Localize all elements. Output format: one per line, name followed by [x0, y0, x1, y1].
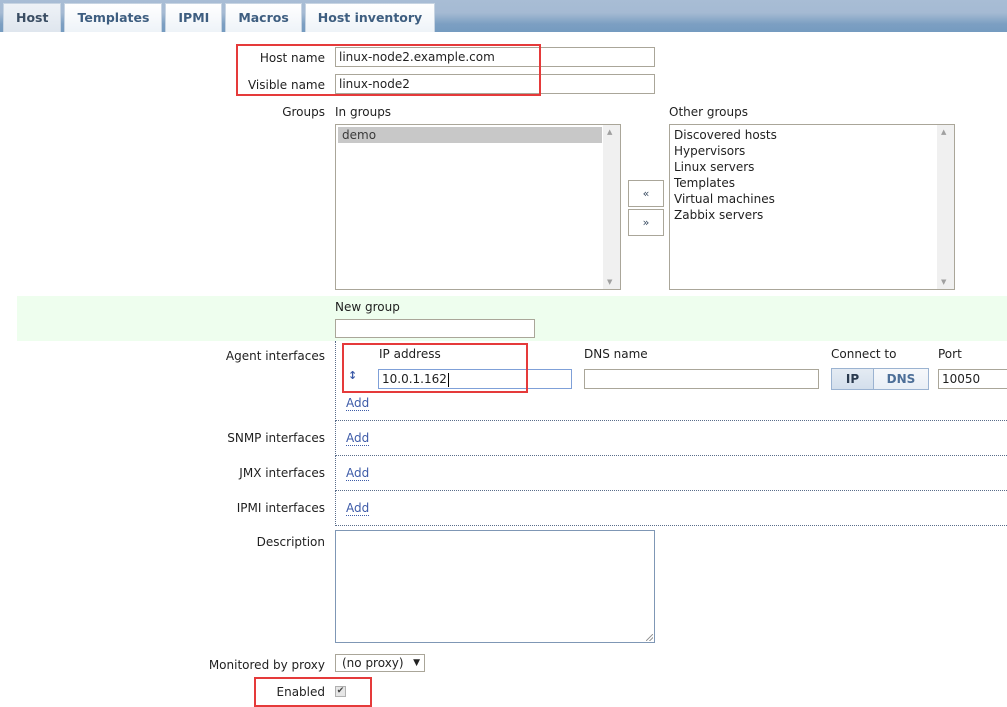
in-groups-caption: In groups [335, 105, 392, 119]
tab-templates[interactable]: Templates [64, 3, 163, 32]
tab-macros[interactable]: Macros [225, 3, 302, 32]
other-groups-option[interactable]: Virtual machines [670, 191, 954, 207]
connect-ip-button[interactable]: IP [832, 369, 874, 389]
other-groups-scrollbar[interactable]: ▲ ▼ [937, 125, 954, 289]
add-jmx-interface-link[interactable]: Add [346, 467, 370, 481]
dns-name-column-header: DNS name [584, 347, 648, 361]
jmx-interfaces-label: JMX interfaces [239, 466, 325, 480]
other-groups-option[interactable]: Hypervisors [670, 143, 954, 159]
ip-address-column-header: IP address [379, 347, 441, 361]
add-ipmi-interface-link[interactable]: Add [346, 502, 370, 516]
in-groups-scrollbar[interactable]: ▲ ▼ [603, 125, 620, 289]
new-group-input[interactable] [335, 319, 535, 338]
resize-grip-icon[interactable] [646, 634, 653, 641]
proxy-select[interactable]: (no proxy) ▼ [335, 654, 425, 672]
tab-ipmi[interactable]: IPMI [165, 3, 223, 32]
in-groups-listbox[interactable]: demo ▲ ▼ [335, 124, 621, 290]
dns-name-input[interactable] [584, 369, 819, 389]
visible-name-input[interactable] [335, 74, 655, 94]
ipmi-interfaces-block [335, 491, 1007, 526]
connect-to-column-header: Connect to [831, 347, 897, 361]
description-label: Description [256, 535, 325, 549]
move-to-in-groups-button[interactable]: « [628, 180, 664, 207]
connect-to-toggle: IP DNS [831, 368, 929, 390]
scroll-up-icon[interactable]: ▲ [941, 128, 946, 136]
snmp-interfaces-label: SNMP interfaces [227, 431, 325, 445]
ip-address-input[interactable]: 10.0.1.162 [378, 369, 572, 389]
jmx-interfaces-block [335, 456, 1007, 491]
groups-label: Groups [282, 105, 325, 119]
connect-dns-button[interactable]: DNS [874, 369, 928, 389]
text-caret [447, 372, 449, 387]
ipmi-interfaces-label: IPMI interfaces [236, 501, 325, 515]
host-name-input[interactable] [335, 47, 655, 67]
other-groups-option[interactable]: Linux servers [670, 159, 954, 175]
snmp-interfaces-block [335, 421, 1007, 456]
new-group-label: New group [335, 300, 400, 314]
enabled-checkbox[interactable]: ✔ [335, 686, 346, 697]
proxy-label: Monitored by proxy [208, 658, 325, 672]
in-groups-option[interactable]: demo [338, 127, 602, 143]
tab-bar: Host Templates IPMI Macros Host inventor… [0, 0, 1007, 32]
other-groups-option[interactable]: Discovered hosts [670, 127, 954, 143]
port-input[interactable] [938, 369, 1007, 389]
move-to-other-groups-button[interactable]: » [628, 209, 664, 236]
description-textarea[interactable] [335, 530, 655, 643]
other-groups-option[interactable]: Zabbix servers [670, 207, 954, 223]
host-name-label: Host name [259, 51, 325, 65]
drag-handle-icon[interactable]: ↕ [348, 369, 357, 382]
tab-host-inventory[interactable]: Host inventory [304, 3, 436, 32]
port-column-header: Port [938, 347, 962, 361]
agent-interfaces-label: Agent interfaces [225, 349, 325, 363]
tab-host[interactable]: Host [3, 3, 62, 32]
scroll-down-icon[interactable]: ▼ [941, 278, 946, 286]
scroll-up-icon[interactable]: ▲ [607, 128, 612, 136]
dropdown-arrow-icon: ▼ [413, 658, 420, 668]
other-groups-listbox[interactable]: Discovered hosts Hypervisors Linux serve… [669, 124, 955, 290]
other-groups-caption: Other groups [669, 105, 748, 119]
enabled-label: Enabled [276, 685, 326, 699]
other-groups-option[interactable]: Templates [670, 175, 954, 191]
visible-name-label: Visible name [247, 78, 325, 92]
add-agent-interface-link[interactable]: Add [346, 397, 370, 411]
scroll-down-icon[interactable]: ▼ [607, 278, 612, 286]
add-snmp-interface-link[interactable]: Add [346, 432, 370, 446]
